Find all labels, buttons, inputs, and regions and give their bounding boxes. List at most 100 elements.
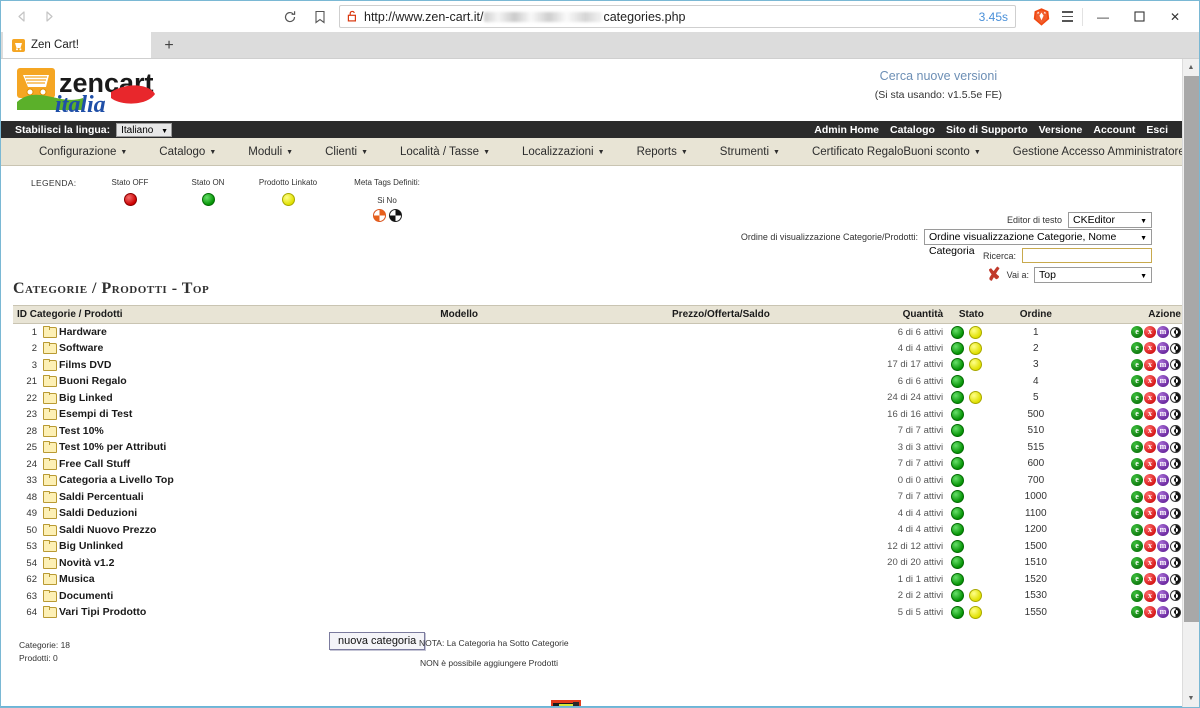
menu-certificato-regalo[interactable]: Certificato RegaloBuoni sconto ▼ xyxy=(796,146,997,158)
delete-icon[interactable]: x xyxy=(1144,540,1156,553)
admin-link-sito-supporto[interactable]: Sito di Supporto xyxy=(946,124,1028,136)
edit-icon[interactable]: e xyxy=(1131,573,1143,586)
edit-icon[interactable]: e xyxy=(1131,342,1143,355)
metatags-icon[interactable] xyxy=(1170,524,1181,536)
edit-icon[interactable]: e xyxy=(1131,540,1143,553)
metatags-icon[interactable] xyxy=(1170,540,1181,552)
delete-icon[interactable]: x xyxy=(1144,342,1156,355)
tab-zen-cart[interactable]: Zen Cart! xyxy=(3,32,151,58)
metatags-icon[interactable] xyxy=(1170,342,1181,354)
status-green-dot-icon[interactable] xyxy=(951,341,965,355)
metatags-icon[interactable] xyxy=(1170,507,1181,519)
status-green-dot-icon[interactable] xyxy=(951,325,965,339)
new-tab-button[interactable]: + xyxy=(151,34,187,58)
delete-icon[interactable]: x xyxy=(1144,474,1156,487)
status-green-dot-icon[interactable] xyxy=(951,506,965,520)
cell-category-name[interactable]: 24 Free Call Stuff xyxy=(13,456,436,473)
table-row[interactable]: 54 Novità v1.2 20 di 20 attivi 1510 e x m xyxy=(13,555,1182,572)
reload-icon[interactable] xyxy=(275,3,305,31)
status-yellow-dot-icon[interactable] xyxy=(969,358,983,372)
move-icon[interactable]: m xyxy=(1157,507,1169,520)
cell-category-name[interactable]: 50 Saldi Nuovo Prezzo xyxy=(13,522,436,539)
cell-category-name[interactable]: 54 Novità v1.2 xyxy=(13,555,436,572)
table-row[interactable]: 33 Categoria a Livello Top 0 di 0 attivi 70… xyxy=(13,472,1182,489)
menu-reports[interactable]: Reports ▼ xyxy=(621,146,704,158)
status-green-dot-icon[interactable] xyxy=(951,391,965,405)
move-icon[interactable]: m xyxy=(1157,474,1169,487)
metatags-icon[interactable] xyxy=(1170,474,1181,486)
status-green-dot-icon[interactable] xyxy=(951,523,965,537)
table-row[interactable]: 64 Vari Tipi Prodotto 5 di 5 attivi 1550 e x m xyxy=(13,604,1182,621)
table-row[interactable]: 49 Saldi Deduzioni 4 di 4 attivi 1100 e x m xyxy=(13,505,1182,522)
maximize-button[interactable] xyxy=(1121,2,1157,31)
editor-select[interactable]: CKEditor ▼ xyxy=(1068,212,1152,228)
delete-icon[interactable]: x xyxy=(1144,391,1156,404)
metatags-icon[interactable] xyxy=(1170,441,1181,453)
cell-category-name[interactable]: 48 Saldi Percentuali xyxy=(13,489,436,506)
delete-icon[interactable]: x xyxy=(1144,441,1156,454)
page-scrollbar[interactable]: ▲ ▼ xyxy=(1182,59,1199,707)
metatags-icon[interactable] xyxy=(1170,375,1181,387)
back-arrow-icon[interactable] xyxy=(7,3,35,31)
edit-icon[interactable]: e xyxy=(1131,490,1143,503)
admin-link-admin-home[interactable]: Admin Home xyxy=(814,124,879,136)
cell-category-name[interactable]: 2 Software xyxy=(13,340,436,357)
status-green-dot-icon[interactable] xyxy=(951,589,965,603)
move-icon[interactable]: m xyxy=(1157,589,1169,602)
edit-icon[interactable]: e xyxy=(1131,474,1143,487)
metatags-icon[interactable] xyxy=(1170,491,1181,503)
delete-icon[interactable]: x xyxy=(1144,606,1156,619)
scrollbar-track[interactable] xyxy=(1182,76,1199,690)
metatags-icon[interactable] xyxy=(1170,590,1181,602)
metatags-icon[interactable] xyxy=(1170,573,1181,585)
move-icon[interactable]: m xyxy=(1157,342,1169,355)
move-icon[interactable]: m xyxy=(1157,391,1169,404)
table-row[interactable]: 3 Films DVD 17 di 17 attivi 3 e x m xyxy=(13,357,1182,374)
menu-localizzazioni[interactable]: Localizzazioni ▼ xyxy=(506,146,621,158)
move-icon[interactable]: m xyxy=(1157,573,1169,586)
edit-icon[interactable]: e xyxy=(1131,326,1143,339)
metatags-icon[interactable] xyxy=(1170,392,1181,404)
table-row[interactable]: 50 Saldi Nuovo Prezzo 4 di 4 attivi 1200 e x m xyxy=(13,522,1182,539)
order-select[interactable]: Ordine visualizzazione Categorie, Nome C… xyxy=(924,229,1152,257)
metatags-icon[interactable] xyxy=(1170,326,1181,338)
menu-configurazione[interactable]: Configurazione ▼ xyxy=(23,146,143,158)
status-yellow-dot-icon[interactable] xyxy=(969,325,983,339)
scrollbar-thumb[interactable] xyxy=(1183,76,1199,623)
status-green-dot-icon[interactable] xyxy=(951,556,965,570)
menu-clienti[interactable]: Clienti ▼ xyxy=(309,146,384,158)
edit-icon[interactable]: e xyxy=(1131,606,1143,619)
delete-icon[interactable]: x xyxy=(1144,457,1156,470)
cell-category-name[interactable]: 49 Saldi Deduzioni xyxy=(13,505,436,522)
move-icon[interactable]: m xyxy=(1157,408,1169,421)
delete-icon[interactable]: x xyxy=(1144,507,1156,520)
delete-icon[interactable]: x xyxy=(1144,375,1156,388)
delete-icon[interactable]: x xyxy=(1144,523,1156,536)
delete-icon[interactable]: x xyxy=(1144,326,1156,339)
table-row[interactable]: 21 Buoni Regalo 6 di 6 attivi 4 e x m xyxy=(13,373,1182,390)
status-green-dot-icon[interactable] xyxy=(951,457,965,471)
delete-icon[interactable]: x xyxy=(1144,424,1156,437)
status-green-dot-icon[interactable] xyxy=(951,440,965,454)
metatags-icon[interactable] xyxy=(1170,458,1181,470)
table-row[interactable]: 2 Software 4 di 4 attivi 2 e x m xyxy=(13,340,1182,357)
table-row[interactable]: 28 Test 10% 7 di 7 attivi 510 e x m xyxy=(13,423,1182,440)
delete-icon[interactable]: x xyxy=(1144,556,1156,569)
table-row[interactable]: 62 Musica 1 di 1 attivi 1520 e x m xyxy=(13,571,1182,588)
edit-icon[interactable]: e xyxy=(1131,441,1143,454)
move-icon[interactable]: m xyxy=(1157,490,1169,503)
table-row[interactable]: 22 Big Linked 24 di 24 attivi 5 e x m xyxy=(13,390,1182,407)
admin-link-esci[interactable]: Esci xyxy=(1146,124,1168,136)
admin-link-account[interactable]: Account xyxy=(1093,124,1135,136)
move-icon[interactable]: m xyxy=(1157,523,1169,536)
move-icon[interactable]: m xyxy=(1157,457,1169,470)
metatags-icon[interactable] xyxy=(1170,606,1181,618)
cell-category-name[interactable]: 28 Test 10% xyxy=(13,423,436,440)
reset-x-icon[interactable]: ✘ xyxy=(986,264,1003,285)
edit-icon[interactable]: e xyxy=(1131,457,1143,470)
edit-icon[interactable]: e xyxy=(1131,523,1143,536)
cell-category-name[interactable]: 23 Esempi di Test xyxy=(13,406,436,423)
edit-icon[interactable]: e xyxy=(1131,408,1143,421)
menu-catalogo[interactable]: Catalogo ▼ xyxy=(143,146,232,158)
cell-category-name[interactable]: 21 Buoni Regalo xyxy=(13,373,436,390)
